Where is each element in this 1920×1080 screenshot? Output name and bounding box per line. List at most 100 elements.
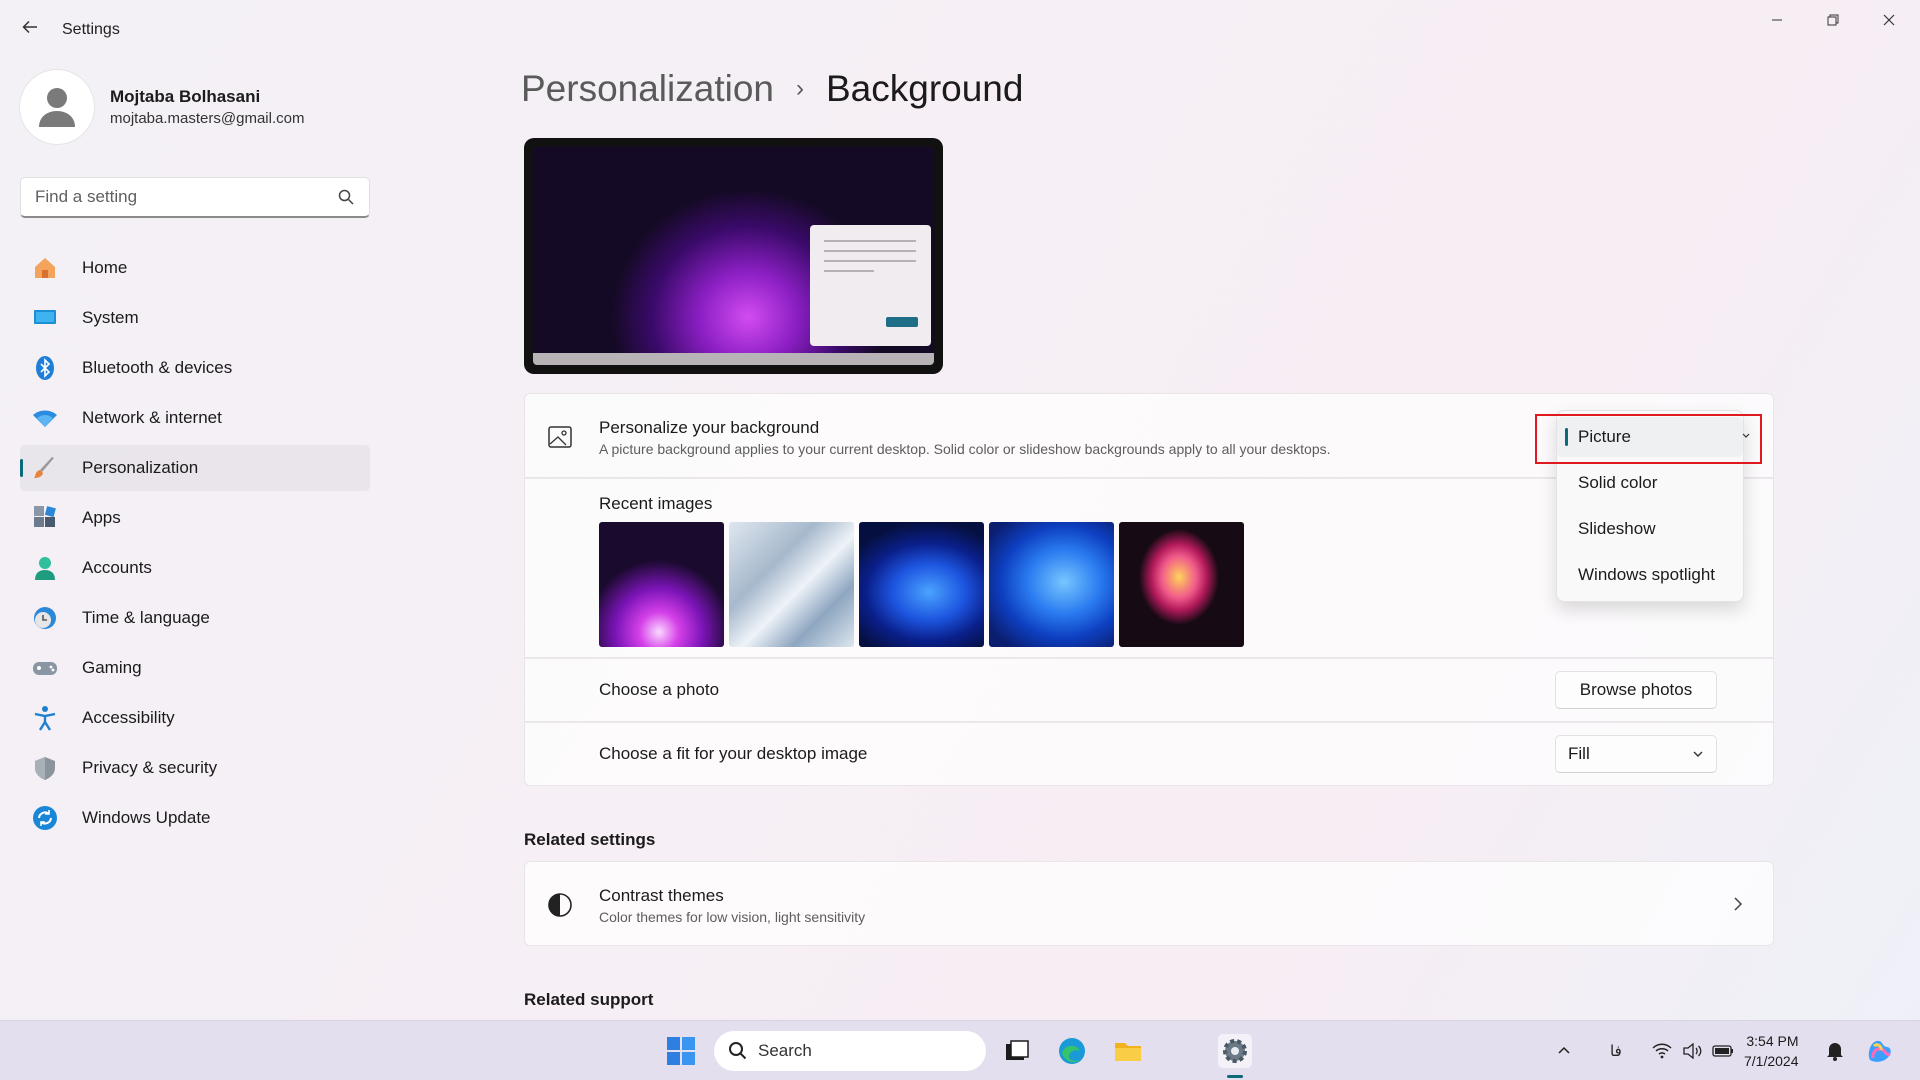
file-explorer-taskbar-button[interactable] (1111, 1034, 1145, 1068)
battery-tray-button[interactable] (1712, 1021, 1734, 1080)
search-icon (338, 189, 354, 205)
recent-image-thumbnail[interactable] (1119, 522, 1244, 647)
minimize-button[interactable] (1754, 8, 1800, 32)
dropdown-option-slideshow[interactable]: Slideshow (1557, 509, 1743, 549)
person-avatar-icon (39, 88, 75, 127)
edge-taskbar-button[interactable] (1055, 1034, 1089, 1068)
selection-highlight-box (1535, 414, 1762, 464)
person-icon (32, 555, 58, 581)
taskbar-search-label: Search (758, 1041, 812, 1060)
input-language-indicator[interactable]: فا (1610, 1021, 1622, 1080)
minimize-icon (1772, 19, 1782, 21)
sidebar-item-time-language[interactable]: Time & language (20, 595, 370, 641)
sidebar-item-bluetooth[interactable]: Bluetooth & devices (20, 345, 370, 391)
app-title: Settings (62, 21, 120, 38)
accessibility-icon (32, 705, 58, 731)
speaker-icon (1683, 1043, 1702, 1059)
arrow-left-icon (22, 20, 37, 34)
sidebar-item-label: Home (82, 258, 128, 277)
sidebar-item-system[interactable]: System (20, 295, 370, 341)
sidebar-item-label: Accessibility (82, 708, 175, 727)
show-hidden-icons-button[interactable] (1556, 1021, 1572, 1080)
task-view-button[interactable] (1000, 1034, 1034, 1068)
personalize-subtitle: A picture background applies to your cur… (599, 441, 1331, 457)
folder-icon (1115, 1043, 1141, 1061)
preview-wallpaper (533, 147, 934, 365)
search-icon (729, 1042, 747, 1060)
breadcrumb-parent[interactable]: Personalization (521, 68, 774, 110)
user-profile[interactable]: Mojtaba Bolhasani mojtaba.masters@gmail.… (20, 70, 304, 144)
sidebar-item-personalization[interactable]: Personalization (20, 445, 370, 491)
recent-image-thumbnail[interactable] (989, 522, 1114, 647)
title-bar: Settings (0, 0, 1920, 60)
shield-icon (32, 755, 58, 781)
dropdown-option-solid-color[interactable]: Solid color (1557, 463, 1743, 503)
apps-icon (32, 505, 58, 531)
sidebar-item-windows-update[interactable]: Windows Update (20, 795, 370, 841)
recent-image-thumbnail[interactable] (859, 522, 984, 647)
gamepad-icon (32, 655, 58, 681)
clock-date: 7/1/2024 (1744, 1053, 1799, 1069)
volume-tray-button[interactable] (1682, 1021, 1702, 1080)
sidebar-item-gaming[interactable]: Gaming (20, 645, 370, 691)
fit-dropdown-value: Fill (1568, 744, 1590, 763)
back-button[interactable] (18, 18, 42, 42)
bluetooth-icon (32, 355, 58, 381)
monitor-icon (32, 305, 58, 331)
wifi-icon (32, 405, 58, 431)
settings-taskbar-button[interactable] (1218, 1034, 1252, 1068)
related-support-heading: Related support (524, 990, 654, 1009)
gear-icon (1223, 1039, 1247, 1063)
recent-image-thumbnail[interactable] (599, 522, 724, 647)
sidebar-item-privacy[interactable]: Privacy & security (20, 745, 370, 791)
start-button[interactable] (664, 1034, 698, 1068)
sidebar-item-label: Privacy & security (82, 758, 218, 777)
taskbar-clock[interactable]: 3:54 PM 7/1/2024 (1744, 1031, 1799, 1071)
home-icon (32, 255, 58, 281)
search-placeholder: Find a setting (35, 187, 138, 206)
picture-icon (548, 426, 572, 448)
sidebar-item-accounts[interactable]: Accounts (20, 545, 370, 591)
page-title: Background (825, 68, 1024, 109)
browse-photos-button[interactable]: Browse photos (1555, 671, 1717, 709)
desktop-preview (524, 138, 943, 374)
notifications-button[interactable] (1826, 1021, 1844, 1080)
fit-dropdown[interactable]: Fill (1555, 735, 1717, 773)
contrast-themes-row[interactable]: Contrast themes Color themes for low vis… (524, 861, 1774, 946)
bell-icon (1827, 1043, 1843, 1061)
sidebar-item-label: Bluetooth & devices (82, 358, 233, 377)
edge-icon (1059, 1038, 1085, 1064)
recent-images-list (599, 522, 1244, 647)
restore-icon (1827, 14, 1839, 26)
dropdown-option-windows-spotlight[interactable]: Windows spotlight (1557, 555, 1743, 595)
contrast-themes-subtitle: Color themes for low vision, light sensi… (599, 909, 866, 925)
sidebar-item-accessibility[interactable]: Accessibility (20, 695, 370, 741)
sidebar-item-label: Apps (82, 508, 121, 527)
close-button[interactable] (1866, 8, 1912, 32)
taskbar: Search فا 3:54 PM 7/1/2024 (0, 1020, 1920, 1080)
chevron-down-icon (1693, 751, 1703, 757)
sidebar-item-label: System (82, 308, 139, 327)
preview-window (810, 225, 931, 346)
sidebar-item-label: Network & internet (82, 408, 222, 427)
breadcrumb: Personalization › Background (521, 68, 1023, 110)
sidebar-item-network[interactable]: Network & internet (20, 395, 370, 441)
recent-image-thumbnail[interactable] (729, 522, 854, 647)
personalize-title: Personalize your background (599, 418, 820, 437)
restore-button[interactable] (1810, 8, 1856, 32)
choose-photo-title: Choose a photo (599, 680, 720, 699)
sync-icon (32, 805, 58, 831)
wifi-icon (1652, 1043, 1672, 1059)
sidebar-item-apps[interactable]: Apps (20, 495, 370, 541)
taskbar-search[interactable]: Search (714, 1031, 986, 1071)
sidebar-nav: Home System Bluetooth & devices Network … (20, 245, 370, 845)
copilot-icon (1868, 1040, 1891, 1062)
sidebar-item-home[interactable]: Home (20, 245, 370, 291)
brush-icon (32, 455, 58, 481)
battery-charging-icon (1712, 1045, 1733, 1057)
copilot-button[interactable] (1864, 1021, 1894, 1080)
chevron-up-icon (1558, 1046, 1570, 1054)
search-input[interactable]: Find a setting (20, 177, 370, 218)
network-tray-button[interactable] (1652, 1021, 1672, 1080)
clock-time: 3:54 PM (1746, 1033, 1799, 1049)
